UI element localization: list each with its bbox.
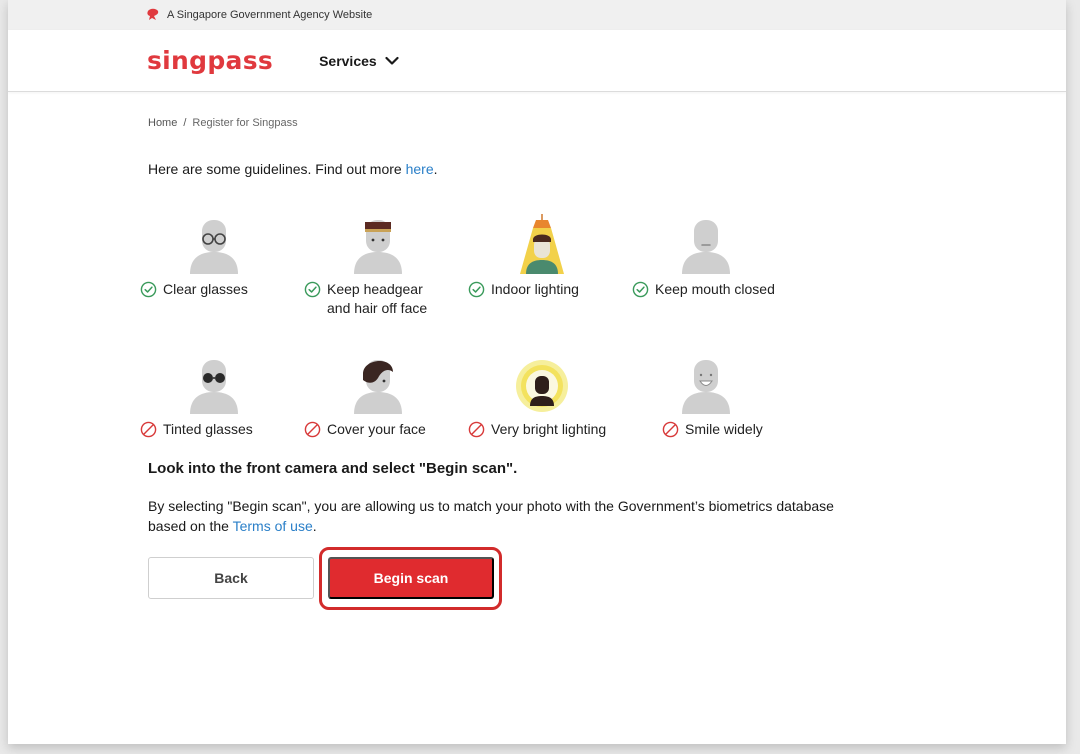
guidelines-do-row: Clear glasses Keep headgear and hair off… [140, 214, 796, 318]
check-circle-icon [304, 281, 321, 298]
guideline-label: Cover your face [327, 421, 426, 437]
guideline-label: Indoor lighting [491, 281, 579, 297]
mouth-closed-figure-icon [682, 220, 730, 274]
bright-lighting-figure-icon [516, 360, 568, 412]
tinted-glasses-figure-icon [190, 360, 238, 414]
prohibited-icon [304, 421, 321, 438]
services-label: Services [319, 52, 377, 69]
singpass-logo[interactable]: singpass [147, 46, 273, 75]
guideline-indoor-lighting: Indoor lighting [468, 214, 632, 318]
guideline-clear-glasses: Clear glasses [140, 214, 304, 318]
gov-masthead: A Singapore Government Agency Website [8, 0, 1066, 30]
guideline-label: Tinted glasses [163, 421, 253, 437]
masthead-text: A Singapore Government Agency Website [167, 9, 373, 21]
guidelines-dont-row: Tinted glasses Cover your face Very brig… [140, 354, 796, 439]
guideline-caption: Very bright lighting [468, 420, 606, 439]
find-out-more-link[interactable]: here [406, 161, 434, 177]
intro-suffix: . [433, 161, 438, 177]
smile-figure-icon [682, 360, 730, 414]
guideline-cover-face: Cover your face [304, 354, 468, 439]
guideline-label: Keep headgear and hair off face [327, 281, 428, 316]
check-circle-icon [632, 281, 649, 298]
breadcrumb-home[interactable]: Home [148, 117, 177, 129]
guideline-caption: Tinted glasses [140, 420, 253, 439]
chevron-down-icon [385, 56, 399, 65]
prohibited-icon [140, 421, 157, 438]
guideline-bright-lighting: Very bright lighting [468, 354, 632, 439]
guideline-caption: Cover your face [304, 420, 426, 439]
intro-text: Here are some guidelines. Find out more [148, 161, 406, 177]
headgear-figure-icon [354, 220, 402, 274]
guideline-label: Smile widely [685, 421, 763, 437]
guideline-mouth-closed: Keep mouth closed [632, 214, 796, 318]
prohibited-icon [662, 421, 679, 438]
guidelines-intro: Here are some guidelines. Find out more … [148, 161, 1066, 177]
back-button[interactable]: Back [148, 557, 314, 599]
indoor-lighting-figure-icon [520, 214, 564, 274]
guideline-smile-widely: Smile widely [632, 354, 796, 439]
guideline-label: Keep mouth closed [655, 281, 775, 297]
terms-of-use-link[interactable]: Terms of use [233, 518, 313, 534]
guideline-caption: Indoor lighting [468, 280, 579, 299]
services-menu[interactable]: Services [319, 53, 399, 69]
guideline-label: Very bright lighting [491, 421, 607, 437]
guideline-caption: Keep headgear and hair off face [304, 280, 445, 318]
clear-glasses-figure-icon [190, 220, 238, 274]
guideline-caption: Keep mouth closed [632, 280, 775, 299]
guideline-headgear: Keep headgear and hair off face [304, 214, 468, 318]
guideline-caption: Smile widely [662, 420, 763, 439]
breadcrumb-separator: / [183, 117, 187, 129]
begin-scan-button[interactable]: Begin scan [328, 557, 494, 599]
guideline-tinted-glasses: Tinted glasses [140, 354, 304, 439]
breadcrumb-current: Register for Singpass [192, 117, 298, 129]
consent-suffix: . [312, 518, 317, 534]
breadcrumb: Home / Register for Singpass [148, 117, 1066, 129]
main-content: Home / Register for Singpass Here are so… [8, 117, 1066, 177]
consent-text: By selecting "Begin scan", you are allow… [148, 496, 848, 536]
camera-instruction: Look into the front camera and select "B… [148, 460, 518, 477]
guideline-caption: Clear glasses [140, 280, 248, 299]
check-circle-icon [468, 281, 485, 298]
check-circle-icon [140, 281, 157, 298]
lion-head-icon [146, 8, 160, 22]
guideline-label: Clear glasses [163, 281, 248, 297]
site-header: singpass Services [8, 30, 1066, 92]
covered-face-figure-icon [354, 360, 402, 414]
browser-window: A Singapore Government Agency Website si… [8, 0, 1066, 744]
prohibited-icon [468, 421, 485, 438]
